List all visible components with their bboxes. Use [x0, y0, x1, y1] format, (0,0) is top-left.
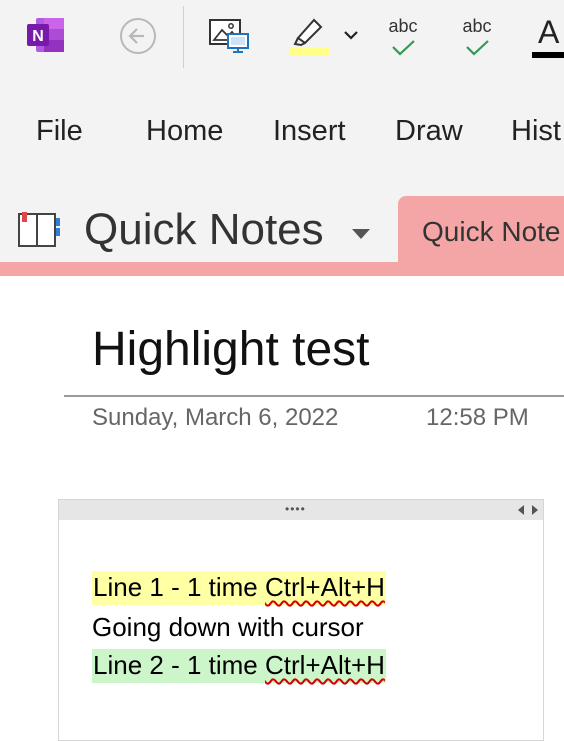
- line-text: Line 2 - 1 time: [93, 650, 265, 680]
- title-underline: [64, 395, 564, 397]
- note-line-1[interactable]: Line 1 - 1 time Ctrl+Alt+H: [92, 571, 386, 605]
- tab-history[interactable]: Hist: [511, 115, 561, 148]
- thesaurus-label: abc: [462, 16, 492, 36]
- font-color-letter: A: [538, 14, 560, 50]
- notebook-icon[interactable]: [16, 210, 62, 250]
- note-container[interactable]: •••• Line 1 - 1 time Ctrl+Alt+H Going do…: [58, 499, 544, 741]
- page-time: 12:58 PM: [426, 404, 529, 431]
- misspelled-text: Ctrl+Alt+H: [264, 650, 385, 680]
- back-arrow-icon: [120, 18, 156, 54]
- font-color-bar: [532, 52, 564, 58]
- quick-access-toolbar: N abc abc A: [0, 0, 564, 70]
- note-drag-handle[interactable]: ••••: [59, 500, 543, 520]
- checkmark-icon: [466, 40, 489, 56]
- resize-arrows-icon[interactable]: [516, 504, 540, 516]
- line-text: Going down with cursor: [92, 612, 364, 642]
- onenote-letter: N: [32, 28, 44, 45]
- font-color-button[interactable]: A: [532, 10, 564, 60]
- note-line-2[interactable]: Going down with cursor: [92, 612, 364, 643]
- tab-draw[interactable]: Draw: [395, 115, 463, 148]
- section-tab-label: Quick Note: [422, 216, 561, 247]
- caret-down-icon: [352, 229, 370, 239]
- highlighted-text: Line 1 - 1 time Ctrl+Alt+H: [92, 571, 386, 605]
- notebook-title[interactable]: Quick Notes: [84, 205, 324, 255]
- chevron-down-icon: [344, 31, 358, 40]
- section-tab-quick-notes[interactable]: Quick Note: [398, 196, 564, 276]
- back-button[interactable]: [118, 16, 158, 56]
- highlighted-text: Line 2 - 1 time Ctrl+Alt+H: [92, 649, 386, 683]
- tab-insert[interactable]: Insert: [273, 115, 346, 148]
- misspelled-text: Ctrl+Alt+H: [264, 572, 385, 602]
- spelling-button[interactable]: abc: [380, 10, 428, 60]
- highlighter-icon: [289, 18, 329, 55]
- toolbar-separator: [183, 6, 184, 68]
- highlighter-dropdown[interactable]: [340, 24, 362, 46]
- ribbon: File Home Insert Draw Hist: [0, 70, 564, 196]
- thesaurus-button[interactable]: abc: [454, 10, 502, 60]
- checkmark-icon: [392, 40, 415, 56]
- notebook-dropdown[interactable]: [350, 226, 372, 242]
- drag-dots-icon: ••••: [285, 502, 306, 516]
- note-line-3[interactable]: Line 2 - 1 time Ctrl+Alt+H: [92, 649, 386, 683]
- tab-file[interactable]: File: [36, 115, 83, 148]
- screen-clipping-icon: [209, 19, 249, 53]
- highlighter-button[interactable]: [286, 12, 332, 58]
- spelling-label: abc: [388, 16, 418, 36]
- page-title[interactable]: Highlight test: [92, 322, 369, 377]
- line-text: Line 1 - 1 time: [93, 572, 265, 602]
- screen-clipping-button[interactable]: [206, 14, 254, 58]
- onenote-icon: N: [26, 16, 66, 54]
- tab-home[interactable]: Home: [146, 115, 223, 148]
- page-date: Sunday, March 6, 2022: [92, 404, 339, 431]
